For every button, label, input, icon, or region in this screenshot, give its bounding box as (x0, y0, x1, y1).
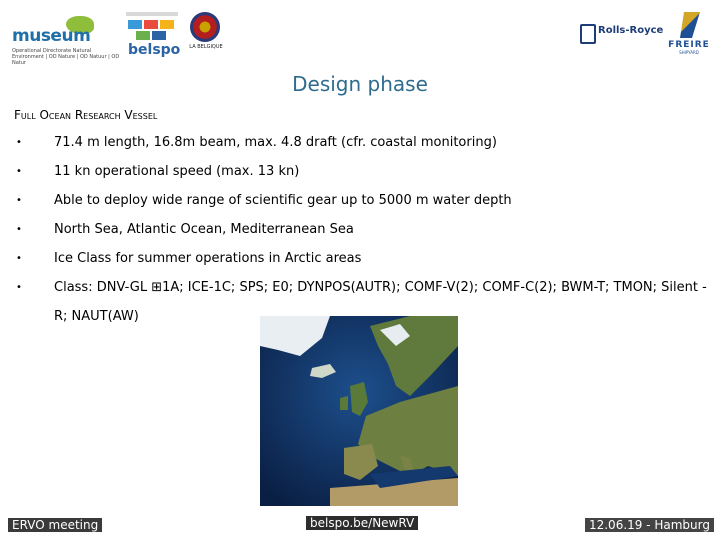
bullet-icon: • (16, 166, 22, 177)
slide-title: Design phase (292, 72, 428, 96)
bullet-text: 11 kn operational speed (max. 13 kn) (54, 164, 300, 179)
seal-icon (190, 12, 220, 42)
museum-logo-subtitle: Operational Directorate Natural Environm… (12, 48, 120, 66)
footer-url-link[interactable]: belspo.be/NewRV (306, 516, 419, 530)
freire-mark-icon (680, 12, 700, 38)
section-heading: Full Ocean Research Vessel (14, 108, 158, 122)
list-item: • Ice Class for summer operations in Arct… (14, 244, 714, 273)
museum-logo: museum Operational Directorate Natural E… (8, 14, 119, 66)
list-item: • Able to deploy wide range of scientific… (14, 186, 714, 215)
rolls-royce-logo: Rolls-Royce (580, 22, 664, 44)
bullet-icon: • (16, 224, 22, 235)
bullet-list: • 71.4 m length, 16.8m beam, max. 4.8 dra… (14, 128, 714, 331)
bullet-text: 71.4 m length, 16.8m beam, max. 4.8 draf… (54, 135, 497, 150)
bullet-icon: • (16, 253, 22, 264)
footer-date-location: 12.06.19 - Hamburg (584, 518, 714, 532)
list-item: • 71.4 m length, 16.8m beam, max. 4.8 dra… (14, 128, 714, 157)
europe-satellite-map (260, 316, 458, 506)
bullet-icon: • (16, 195, 22, 206)
rolls-royce-text: Rolls-Royce (598, 25, 664, 36)
bullet-text: Ice Class for summer operations in Arcti… (54, 251, 362, 266)
footer-event: ERVO meeting (8, 518, 103, 532)
belspo-logo: belspo (126, 12, 181, 58)
belspo-header-bar (126, 12, 178, 16)
list-item: • 11 kn operational speed (max. 13 kn) (14, 157, 714, 186)
museum-logo-text: museum (12, 26, 91, 46)
map-graphic (260, 316, 458, 506)
bullet-text: North Sea, Atlantic Ocean, Mediterranean… (54, 222, 354, 237)
freire-subtitle: SHIPYARD (679, 50, 699, 55)
list-item: • North Sea, Atlantic Ocean, Mediterranea… (14, 215, 714, 244)
belgium-seal-logo: LA BELGIQUE (188, 12, 224, 56)
belspo-logo-text: belspo (128, 42, 181, 58)
rr-monogram-icon (580, 24, 596, 44)
freire-text: FREIRE (668, 40, 710, 50)
bullet-text: Able to deploy wide range of scientific … (54, 193, 512, 208)
bullet-icon: • (16, 137, 22, 148)
seal-caption: LA BELGIQUE (189, 44, 223, 50)
belspo-blocks-icon (128, 20, 174, 42)
bullet-icon: • (16, 282, 22, 293)
freire-logo: FREIRE SHIPYARD (664, 12, 714, 55)
